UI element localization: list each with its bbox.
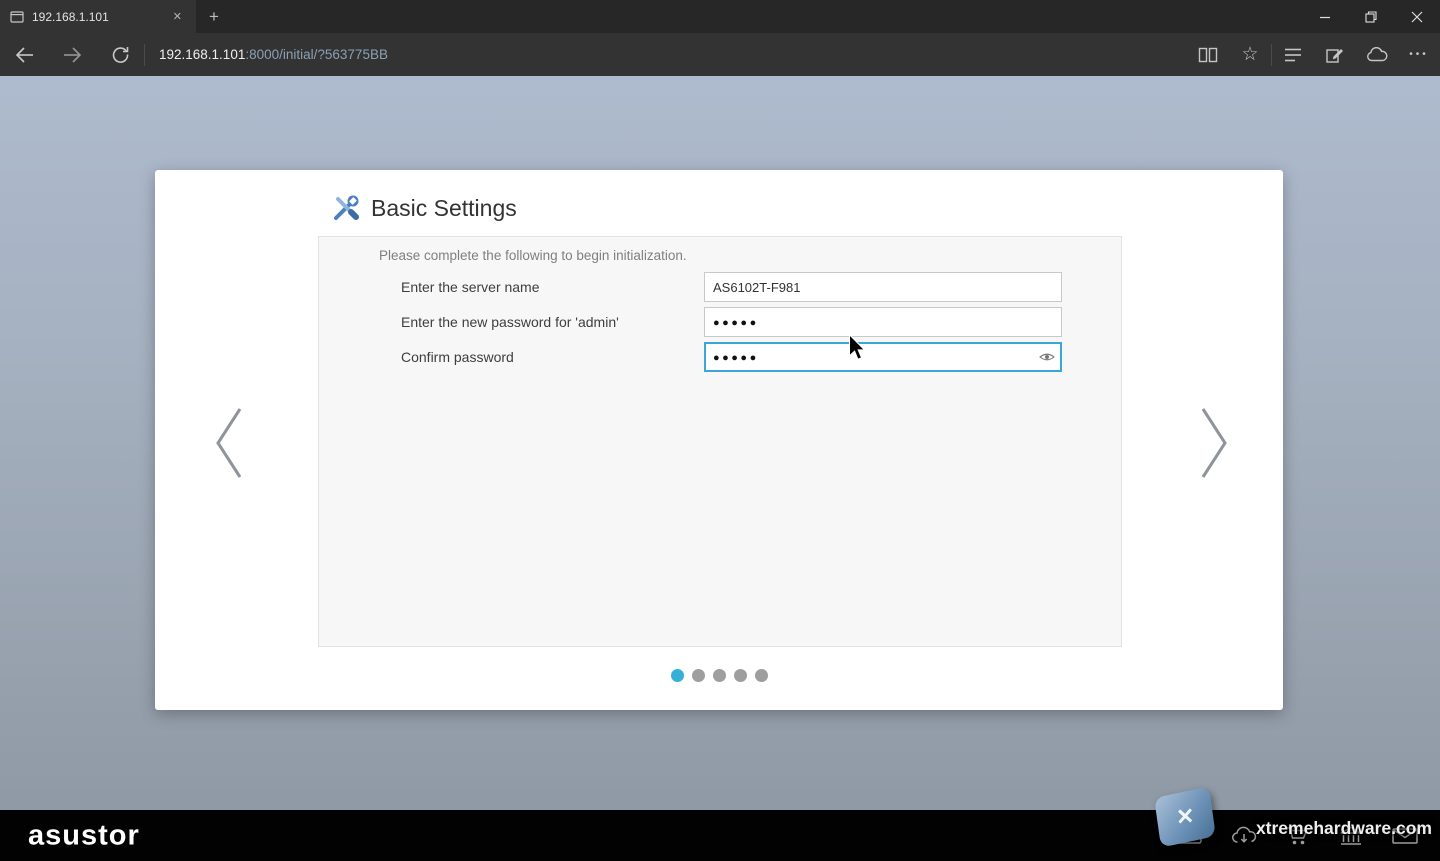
address-host: 192.168.1.101 [159,47,245,62]
browser-navbar: 192.168.1.101:8000/initial/?563775BB ☆ •… [0,33,1440,76]
form-row-new-password: Enter the new password for 'admin' [401,307,1121,337]
pagination-dot[interactable] [713,669,726,682]
confirm-password-input[interactable] [704,342,1062,372]
new-password-label: Enter the new password for 'admin' [401,314,704,330]
wizard-header: Basic Settings [155,170,1283,222]
window-controls [1302,0,1440,33]
tab-close-icon[interactable]: ✕ [169,8,186,25]
web-note-icon[interactable] [1314,33,1356,76]
more-actions-icon[interactable]: ••• [1398,33,1440,76]
restore-button[interactable] [1348,0,1394,33]
minimize-button[interactable] [1302,0,1348,33]
settings-panel: Please complete the following to begin i… [318,236,1122,647]
page-title: Basic Settings [371,195,517,222]
asustor-logo: asustor [28,819,140,852]
pagination-dot[interactable] [755,669,768,682]
favorites-star-icon[interactable]: ☆ [1229,33,1271,76]
address-path: :8000/initial/?563775BB [245,47,388,62]
tools-icon [330,194,360,222]
navbar-separator [144,44,145,66]
navbar-right-icons: ☆ ••• [1187,33,1440,76]
hub-icon[interactable] [1272,33,1314,76]
password-reveal-eye-icon[interactable] [1039,351,1055,363]
page-background: Basic Settings Please complete the follo… [0,76,1440,861]
server-name-label: Enter the server name [401,279,704,295]
close-button[interactable] [1394,0,1440,33]
server-name-input[interactable] [704,272,1062,302]
address-bar[interactable]: 192.168.1.101:8000/initial/?563775BB [159,47,1187,62]
watermark-text: xtremehardware.com [1256,818,1432,839]
new-password-input[interactable] [704,307,1062,337]
screen: 192.168.1.101 ✕ + 192.168.1.1 [0,0,1440,861]
form-row-server-name: Enter the server name [401,272,1121,302]
new-tab-button[interactable]: + [196,0,232,33]
pagination-dot[interactable] [671,669,684,682]
instruction-text: Please complete the following to begin i… [379,248,1121,263]
browser-tab[interactable]: 192.168.1.101 ✕ [0,0,196,33]
pagination-dots [155,669,1283,682]
back-button[interactable] [0,33,48,76]
setup-wizard-card: Basic Settings Please complete the follo… [155,170,1283,710]
confirm-password-label: Confirm password [401,349,704,365]
pagination-dot[interactable] [734,669,747,682]
form-row-confirm-password: Confirm password [401,342,1121,372]
footer-bar: asustor [0,810,1440,861]
next-step-chevron[interactable] [1194,403,1234,483]
refresh-button[interactable] [96,33,144,76]
previous-step-chevron[interactable] [209,403,249,483]
tab-title: 192.168.1.101 [32,10,161,24]
browser-titlebar: 192.168.1.101 ✕ + [0,0,1440,33]
share-icon[interactable] [1356,33,1398,76]
pagination-dot[interactable] [692,669,705,682]
cloud-download-icon[interactable] [1231,826,1257,846]
forward-button[interactable] [48,33,96,76]
mouse-cursor [848,334,866,361]
reading-view-icon[interactable] [1187,33,1229,76]
page-icon [10,11,24,23]
